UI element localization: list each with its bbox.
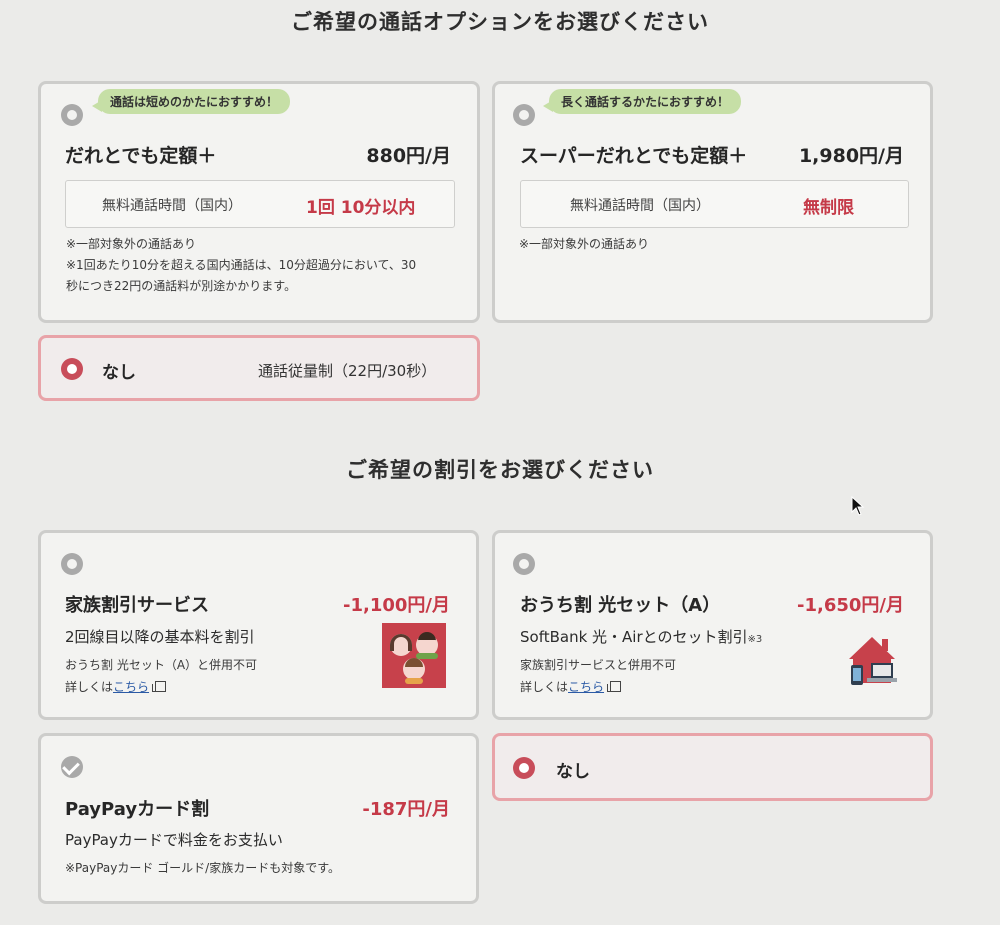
detail-line: 詳しくはこちら <box>520 678 622 695</box>
external-link-icon[interactable] <box>607 681 622 692</box>
note-line: 秒につき22円の通話料が別途かかります。 <box>66 279 297 293</box>
detail-line: 詳しくはこちら <box>65 678 167 695</box>
discount-name: 家族割引サービス <box>65 595 209 616</box>
radio-icon[interactable] <box>513 553 535 575</box>
discount-note: ※PayPayカード ゴールド/家族カードも対象です。 <box>65 861 341 875</box>
discount-desc-text: SoftBank 光・Airとのセット割引 <box>520 628 748 646</box>
footnote-mark: ※3 <box>747 634 763 645</box>
external-link-icon[interactable] <box>152 681 167 692</box>
radio-icon[interactable] <box>61 104 83 126</box>
mouse-cursor-icon <box>851 495 865 520</box>
discount-section-title: ご希望の割引をお選びください <box>346 458 654 482</box>
discount-desc: PayPayカードで料金をお支払い <box>65 831 283 849</box>
free-call-info-box: 無料通話時間（国内） 無制限 <box>520 180 909 228</box>
note-line: ※一部対象外の通話あり <box>519 237 650 251</box>
radio-icon[interactable] <box>513 104 535 126</box>
recommend-badge: 通話は短めのかたにおすすめ！ <box>91 89 291 114</box>
plan-notes: ※一部対象外の通話あり <box>519 234 649 255</box>
family-illustration-icon <box>382 623 446 688</box>
checkmark-icon[interactable] <box>61 756 83 778</box>
free-call-value: 1回 10分以内 <box>306 198 416 218</box>
call-option-card-long[interactable]: 長く通話するかたにおすすめ！ スーパーだれとでも定額＋ 1,980円/月 無料通… <box>492 81 933 323</box>
free-call-label: 無料通話時間（国内） <box>102 198 242 214</box>
plan-price: 1,980円/月 <box>798 145 904 167</box>
discount-price: -187円/月 <box>362 799 450 820</box>
free-call-info-box: 無料通話時間（国内） 1回 10分以内 <box>65 180 455 228</box>
none-label: なし <box>102 363 136 383</box>
discount-card-paypay[interactable]: PayPayカード割 -187円/月 PayPayカードで料金をお支払い ※Pa… <box>38 733 479 904</box>
detail-link[interactable]: こちら <box>113 680 149 694</box>
call-option-none[interactable]: なし 通話従量制（22円/30秒） <box>38 335 480 401</box>
tick-mark <box>62 757 80 776</box>
plan-price: 880円/月 <box>366 145 451 167</box>
detail-prefix: 詳しくは <box>520 680 569 694</box>
free-call-value: 無制限 <box>803 198 854 218</box>
plan-notes: ※一部対象外の通話あり ※1回あたり10分を超える国内通話は、10分超過分におい… <box>66 234 476 297</box>
detail-link[interactable]: こちら <box>568 680 604 694</box>
plan-name: だれとでも定額＋ <box>65 145 217 167</box>
discount-option-none[interactable]: なし <box>492 733 933 801</box>
discount-note: おうち割 光セット（A）と併用不可 <box>65 658 258 672</box>
none-label: なし <box>556 762 590 782</box>
plan-name: スーパーだれとでも定額＋ <box>520 145 748 167</box>
call-section-title: ご希望の通話オプションをお選びください <box>291 10 709 34</box>
call-option-card-short[interactable]: 通話は短めのかたにおすすめ！ だれとでも定額＋ 880円/月 無料通話時間（国内… <box>38 81 480 323</box>
home-devices-icon <box>847 633 897 689</box>
discount-card-family[interactable]: 家族割引サービス -1,100円/月 2回線目以降の基本料を割引 おうち割 光セ… <box>38 530 479 720</box>
detail-prefix: 詳しくは <box>65 680 114 694</box>
discount-price: -1,100円/月 <box>343 595 450 616</box>
discount-note: 家族割引サービスと併用不可 <box>520 658 677 672</box>
discount-name: PayPayカード割 <box>65 799 210 820</box>
discount-card-home[interactable]: おうち割 光セット（A） -1,650円/月 SoftBank 光・Airとのセ… <box>492 530 933 720</box>
radio-icon[interactable] <box>513 757 535 779</box>
none-detail: 通話従量制（22円/30秒） <box>258 362 437 380</box>
free-call-label: 無料通話時間（国内） <box>570 198 710 214</box>
radio-icon[interactable] <box>61 553 83 575</box>
note-line: ※一部対象外の通話あり <box>66 237 197 251</box>
discount-desc: SoftBank 光・Airとのセット割引※3 <box>520 626 762 647</box>
recommend-badge: 長く通話するかたにおすすめ！ <box>542 89 742 114</box>
discount-desc: 2回線目以降の基本料を割引 <box>65 628 255 646</box>
discount-name: おうち割 光セット（A） <box>520 595 721 616</box>
note-line: ※1回あたり10分を超える国内通話は、10分超過分において、30 <box>66 258 417 272</box>
discount-price: -1,650円/月 <box>797 595 904 616</box>
radio-icon[interactable] <box>61 358 83 380</box>
